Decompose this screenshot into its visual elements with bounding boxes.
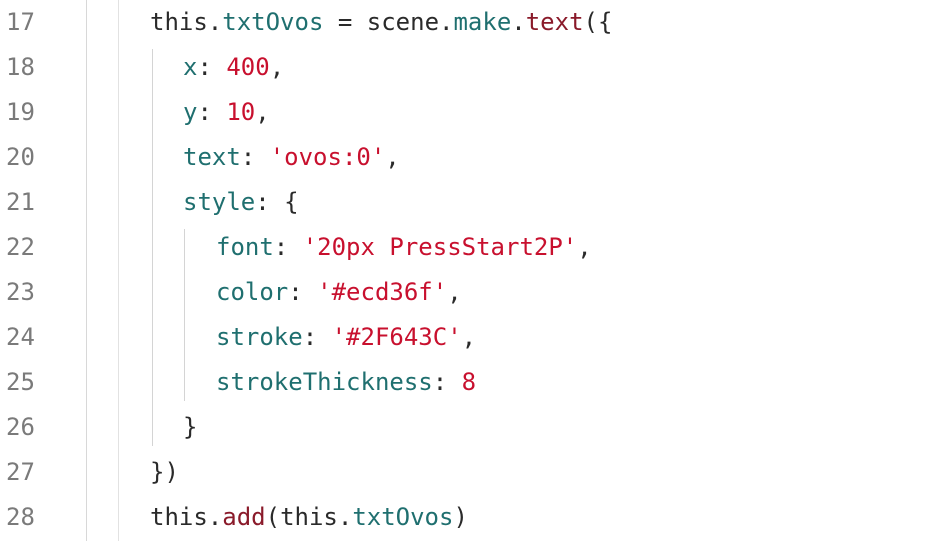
code-token: .: [511, 8, 526, 36]
code-token: :: [240, 143, 270, 171]
code-line[interactable]: 25 strokeThickness: 8: [0, 360, 952, 405]
code-line[interactable]: 19 y: 10,: [0, 90, 952, 135]
code-token: :: [432, 368, 462, 396]
code-line[interactable]: 26}: [0, 405, 952, 450]
line-number: 20: [6, 143, 35, 171]
line-number: 22: [6, 233, 35, 261]
code-token: ,: [447, 278, 462, 306]
code-token: scene: [366, 8, 440, 36]
code-token: =: [323, 8, 367, 36]
line-number: 27: [6, 458, 35, 486]
code-line[interactable]: 18 x: 400,: [0, 45, 952, 90]
code-token: :: [197, 53, 227, 81]
code-token: 8: [461, 368, 477, 396]
code-token: :: [197, 98, 227, 126]
line-number: 23: [6, 278, 35, 306]
line-number: 24: [6, 323, 35, 351]
code-editor[interactable]: 17 this.txtOvos = scene.make.text({18 x: 4…: [0, 0, 952, 541]
code-token: (: [265, 503, 281, 531]
code-token: ,: [461, 323, 477, 351]
code-text: this.txtOvos = scene.make.text({: [150, 0, 612, 45]
code-token: :: [288, 278, 318, 306]
line-number: 18: [6, 53, 35, 81]
code-token: 'ovos:0': [269, 143, 386, 171]
code-text: y: 10,: [183, 90, 270, 135]
code-token: txtOvos: [352, 503, 454, 531]
code-text: }): [150, 450, 179, 495]
code-token: :: [273, 233, 303, 261]
indent-guide-level-2: [184, 229, 185, 401]
line-number: 21: [6, 188, 35, 216]
code-line[interactable]: 22 font: '20px PressStart2P',: [0, 225, 952, 270]
code-token: .: [439, 8, 454, 36]
code-line[interactable]: 24 stroke: '#2F643C',: [0, 315, 952, 360]
code-text: strokeThickness: 8: [216, 360, 476, 405]
code-token: this: [150, 8, 208, 36]
code-token: }: [183, 413, 198, 441]
line-number: 17: [6, 8, 35, 36]
code-token: make: [453, 8, 512, 36]
code-token: add: [222, 503, 266, 531]
code-token: '20px PressStart2P': [302, 233, 578, 261]
line-number: 28: [6, 503, 35, 531]
code-token: text: [183, 143, 241, 171]
code-token: font: [216, 233, 274, 261]
code-token: : {: [255, 188, 299, 216]
code-line[interactable]: 23 color: '#ecd36f',: [0, 270, 952, 315]
code-token: .: [207, 8, 223, 36]
code-token: '#2F643C': [331, 323, 462, 351]
code-line[interactable]: 21 style: {: [0, 180, 952, 225]
code-line[interactable]: 20 text: 'ovos:0',: [0, 135, 952, 180]
code-line[interactable]: 17 this.txtOvos = scene.make.text({: [0, 0, 952, 45]
code-token: color: [216, 278, 289, 306]
code-token: x: [183, 53, 198, 81]
code-token: ): [453, 503, 468, 531]
code-text: this.add(this.txtOvos): [150, 495, 468, 540]
code-token: 10: [226, 98, 256, 126]
code-token: 400: [226, 53, 270, 81]
code-token: strokeThickness: [216, 368, 433, 396]
code-token: style: [183, 188, 256, 216]
code-token: '#ecd36f': [317, 278, 448, 306]
code-line[interactable]: 27}): [0, 450, 952, 495]
line-number: 26: [6, 413, 35, 441]
code-token: ,: [577, 233, 592, 261]
line-number: 19: [6, 98, 35, 126]
code-token: text: [525, 8, 584, 36]
code-text: color: '#ecd36f',: [216, 270, 462, 315]
line-number: 25: [6, 368, 35, 396]
code-token: ,: [269, 53, 285, 81]
code-text: stroke: '#2F643C',: [216, 315, 476, 360]
code-text: x: 400,: [183, 45, 284, 90]
code-token: }): [150, 458, 179, 486]
code-token: :: [302, 323, 332, 351]
code-text: }: [183, 405, 197, 450]
code-line[interactable]: 28 this.add(this.txtOvos): [0, 495, 952, 540]
code-token: ,: [255, 98, 270, 126]
code-token: .: [337, 503, 353, 531]
code-text: style: {: [183, 180, 299, 225]
code-token: this: [280, 503, 338, 531]
code-token: stroke: [216, 323, 303, 351]
code-token: this: [150, 503, 208, 531]
code-token: y: [183, 98, 198, 126]
code-text: text: 'ovos:0',: [183, 135, 400, 180]
code-token: ,: [385, 143, 400, 171]
code-token: txtOvos: [222, 8, 324, 36]
code-token: ({: [583, 8, 613, 36]
code-token: .: [207, 503, 223, 531]
indent-guide-level-1: [152, 49, 153, 446]
code-text: font: '20px PressStart2P',: [216, 225, 592, 270]
